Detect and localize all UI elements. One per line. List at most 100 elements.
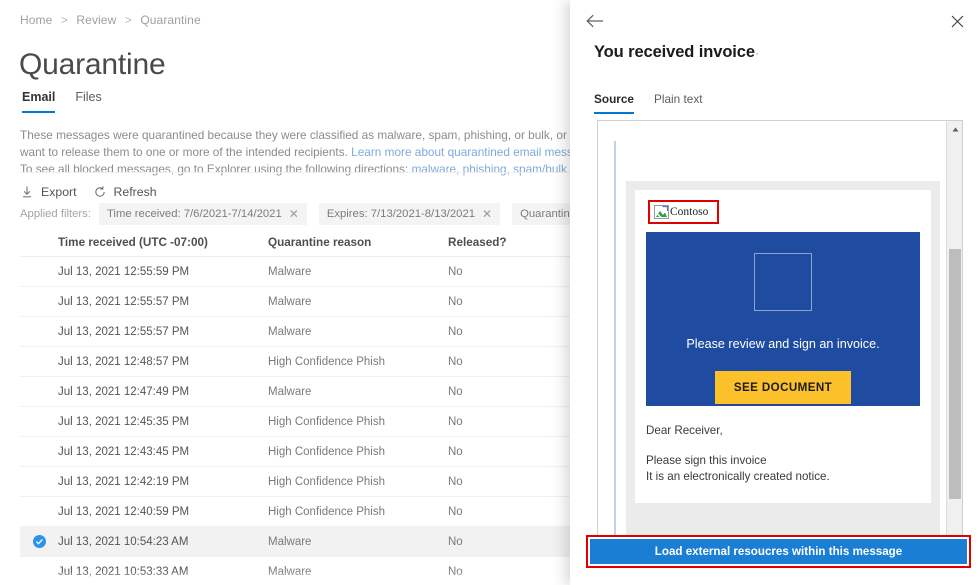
- message-viewer: Contoso Please review and sign an invoic…: [597, 120, 963, 558]
- cell-released: No: [448, 416, 568, 428]
- command-bar: Export Refresh: [20, 180, 157, 204]
- back-arrow-icon[interactable]: [582, 8, 608, 34]
- email-body-line-2: It is an electronically created notice.: [646, 469, 920, 485]
- breadcrumb-item-review[interactable]: Review: [76, 13, 116, 27]
- cell-quarantine-reason: High Confidence Phish: [268, 506, 448, 518]
- cell-quarantine-reason: High Confidence Phish: [268, 446, 448, 458]
- cell-released: No: [448, 356, 568, 368]
- email-body: Dear Receiver, Please sign this invoice …: [646, 423, 920, 485]
- table-row[interactable]: Jul 13, 2021 12:55:57 PMMalwareNo: [20, 287, 578, 317]
- email-preview-inner: Contoso Please review and sign an invoic…: [635, 190, 931, 503]
- table-row[interactable]: Jul 13, 2021 12:40:59 PMHigh Confidence …: [20, 497, 578, 527]
- email-greeting: Dear Receiver,: [646, 423, 920, 439]
- learn-more-link[interactable]: Learn more about quarantined email messa…: [351, 145, 578, 159]
- table-row[interactable]: Jul 13, 2021 12:48:57 PMHigh Confidence …: [20, 347, 578, 377]
- table-row[interactable]: Jul 13, 2021 10:53:33 AMMalwareNo: [20, 557, 578, 585]
- spam-bulk-link[interactable]: spam/bulk: [513, 162, 567, 176]
- cell-time-received: Jul 13, 2021 12:55:57 PM: [58, 326, 268, 338]
- table-body: Jul 13, 2021 12:55:59 PMMalwareNoJul 13,…: [20, 257, 578, 585]
- blocked-image-alt-text: Contoso: [670, 206, 708, 218]
- malware-link[interactable]: malware: [411, 162, 456, 176]
- cell-released: No: [448, 506, 568, 518]
- column-header-released[interactable]: Released?: [448, 236, 568, 249]
- cell-released: No: [448, 266, 568, 278]
- breadcrumb-item-quarantine[interactable]: Quarantine: [140, 13, 200, 27]
- filter-chip-quarantine-reason[interactable]: Quarantine reason: Transpo: [512, 203, 578, 225]
- refresh-icon: [93, 185, 107, 199]
- cell-time-received: Jul 13, 2021 12:55:59 PM: [58, 266, 268, 278]
- table-row[interactable]: Jul 13, 2021 12:55:57 PMMalwareNo: [20, 317, 578, 347]
- scrollbar-thumb[interactable]: [949, 249, 961, 499]
- cell-released: No: [448, 446, 568, 458]
- cell-time-received: Jul 13, 2021 12:42:19 PM: [58, 476, 268, 488]
- cell-time-received: Jul 13, 2021 12:45:35 PM: [58, 416, 268, 428]
- toolbar-divider: [20, 172, 578, 173]
- tab-email[interactable]: Email: [22, 90, 55, 113]
- column-header-quarantine-reason[interactable]: Quarantine reason: [268, 236, 448, 249]
- export-label: Export: [41, 185, 77, 199]
- vertical-scrollbar[interactable]: [946, 121, 962, 557]
- export-button[interactable]: Export: [20, 185, 77, 199]
- cell-time-received: Jul 13, 2021 12:40:59 PM: [58, 506, 268, 518]
- broken-image-icon: [654, 205, 669, 219]
- cell-quarantine-reason: Malware: [268, 566, 448, 578]
- email-banner: Please review and sign an invoice. SEE D…: [646, 232, 920, 406]
- close-icon[interactable]: ✕: [289, 208, 299, 220]
- close-icon[interactable]: ✕: [482, 208, 492, 220]
- table-row[interactable]: Jul 13, 2021 12:42:19 PMHigh Confidence …: [20, 467, 578, 497]
- body-spacer: [646, 439, 920, 453]
- table-row[interactable]: Jul 13, 2021 12:45:35 PMHigh Confidence …: [20, 407, 578, 437]
- panel-tabs: Source Plain text: [594, 92, 703, 114]
- table-row[interactable]: Jul 13, 2021 12:55:59 PMMalwareNo: [20, 257, 578, 287]
- page-description: These messages were quarantined because …: [20, 127, 578, 178]
- panel-title: You received invoice·: [594, 43, 759, 62]
- cell-quarantine-reason: High Confidence Phish: [268, 476, 448, 488]
- blocked-image-row: Contoso: [654, 205, 708, 219]
- cell-quarantine-reason: High Confidence Phish: [268, 416, 448, 428]
- export-icon: [20, 185, 34, 199]
- close-icon[interactable]: [944, 8, 970, 34]
- filter-chip-time-received[interactable]: Time received: 7/6/2021-7/14/2021 ✕: [99, 203, 307, 225]
- table-header-row: Time received (UTC -07:00) Quarantine re…: [20, 229, 578, 257]
- cell-quarantine-reason: High Confidence Phish: [268, 356, 448, 368]
- quarantine-table: Time received (UTC -07:00) Quarantine re…: [20, 229, 578, 585]
- cell-released: No: [448, 386, 568, 398]
- breadcrumb-separator: >: [125, 13, 132, 27]
- see-document-button[interactable]: SEE DOCUMENT: [715, 371, 851, 404]
- refresh-button[interactable]: Refresh: [93, 185, 157, 199]
- cell-time-received: Jul 13, 2021 12:48:57 PM: [58, 356, 268, 368]
- load-external-resources-button[interactable]: Load external resoucres within this mess…: [590, 539, 967, 564]
- cell-quarantine-reason: Malware: [268, 386, 448, 398]
- page-title: Quarantine: [19, 47, 165, 83]
- quarantine-page: Home > Review > Quarantine Quarantine Em…: [0, 0, 578, 585]
- row-select-checkbox[interactable]: [20, 535, 58, 548]
- breadcrumb-item-home[interactable]: Home: [20, 13, 52, 27]
- page-tabs: Email Files: [22, 90, 102, 113]
- banner-text: Please review and sign an invoice.: [686, 337, 879, 351]
- cell-quarantine-reason: Malware: [268, 326, 448, 338]
- cell-released: No: [448, 296, 568, 308]
- refresh-label: Refresh: [114, 185, 157, 199]
- tab-files[interactable]: Files: [75, 90, 101, 113]
- cell-quarantine-reason: Malware: [268, 266, 448, 278]
- tab-plain-text[interactable]: Plain text: [654, 92, 703, 114]
- cell-released: No: [448, 536, 568, 548]
- cell-time-received: Jul 13, 2021 12:43:45 PM: [58, 446, 268, 458]
- banner-placeholder-box: [754, 253, 812, 311]
- table-row[interactable]: Jul 13, 2021 12:47:49 PMMalwareNo: [20, 377, 578, 407]
- email-body-line-1: Please sign this invoice: [646, 453, 920, 469]
- filter-chip-expires[interactable]: Expires: 7/13/2021-8/13/2021 ✕: [319, 203, 500, 225]
- cell-released: No: [448, 326, 568, 338]
- phishing-link[interactable]: phishing: [463, 162, 507, 176]
- tab-source[interactable]: Source: [594, 92, 634, 114]
- table-row[interactable]: Jul 13, 2021 10:54:23 AMMalwareNo: [20, 527, 578, 557]
- column-header-time-received[interactable]: Time received (UTC -07:00): [58, 236, 268, 249]
- panel-title-text: You received invoice: [594, 43, 755, 61]
- cell-released: No: [448, 566, 568, 578]
- cell-released: No: [448, 476, 568, 488]
- table-row[interactable]: Jul 13, 2021 12:43:45 PMHigh Confidence …: [20, 437, 578, 467]
- blocked-image-highlight: Contoso: [648, 200, 719, 224]
- scroll-up-icon[interactable]: [947, 121, 963, 137]
- panel-title-mark: ·: [755, 46, 759, 60]
- description-line-2-text: want to release them to one or more of t…: [20, 145, 351, 159]
